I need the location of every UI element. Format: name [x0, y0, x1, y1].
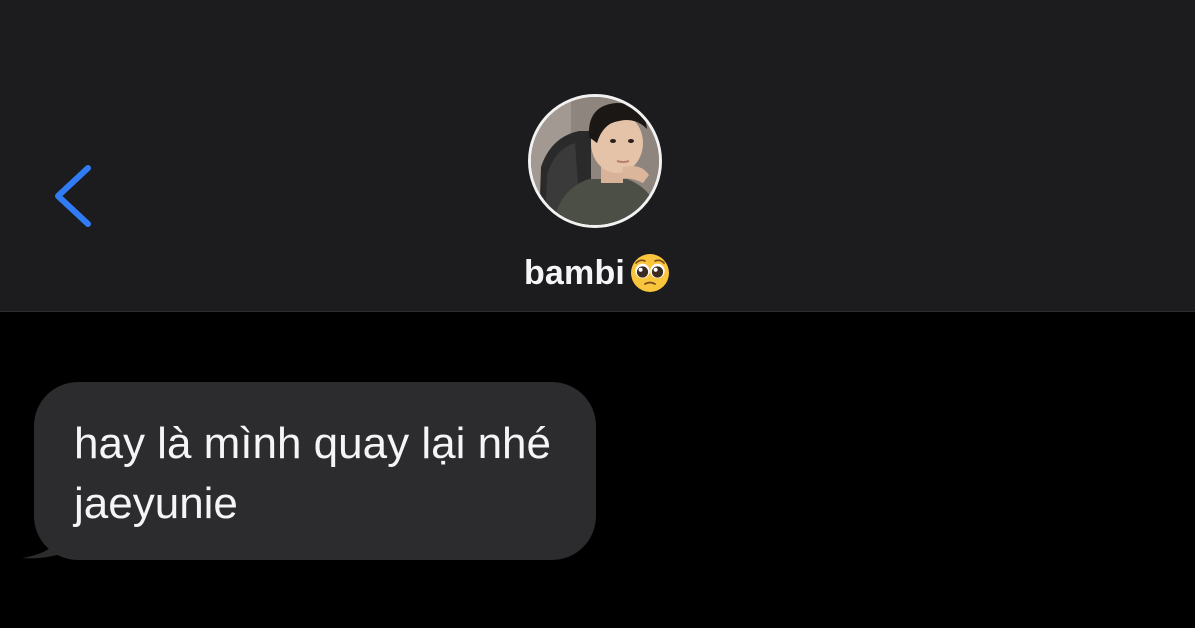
contact-avatar-photo — [531, 97, 659, 225]
chevron-left-icon — [55, 165, 91, 227]
pleading-face-emoji-icon — [631, 254, 670, 292]
contact-name[interactable]: bambi — [0, 250, 1195, 296]
back-button[interactable] — [44, 160, 104, 232]
contact-name-text: bambi — [523, 253, 626, 292]
message-thread: hay là mình quay lại nhé jaeyunie — [0, 312, 1195, 628]
avatar[interactable] — [528, 94, 662, 228]
incoming-message-bubble[interactable]: hay là mình quay lại nhé jaeyunie — [34, 382, 596, 560]
message-item: hay là mình quay lại nhé jaeyunie — [20, 382, 600, 562]
conversation-header: bambi — [0, 0, 1195, 312]
